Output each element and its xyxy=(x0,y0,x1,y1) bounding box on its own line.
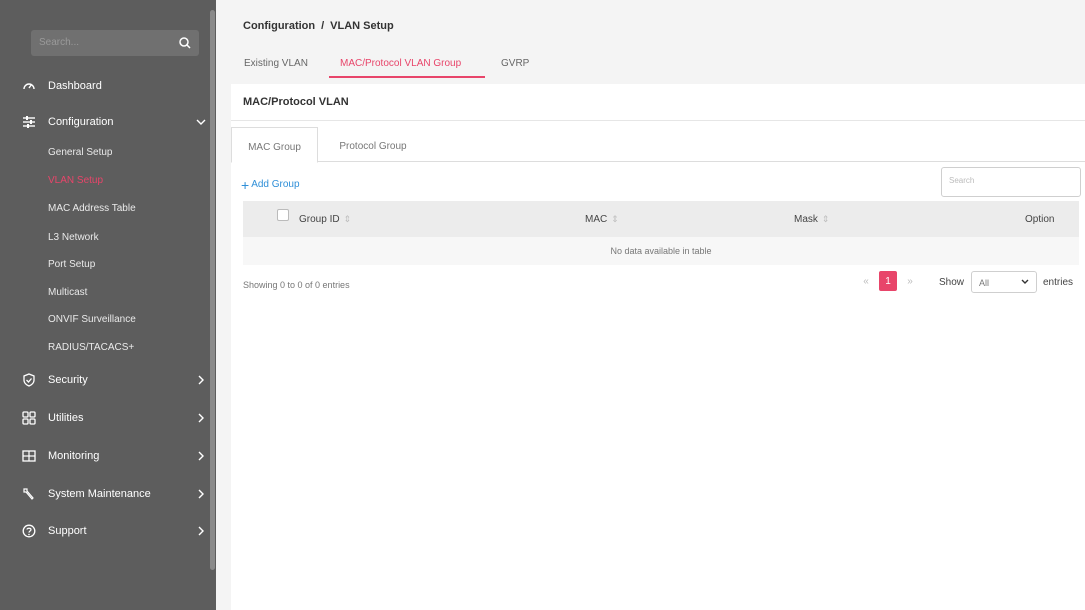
wrench-icon xyxy=(22,487,36,501)
sidebar-item-system-maintenance[interactable]: System Maintenance xyxy=(22,484,204,504)
show-label: Show xyxy=(939,277,965,288)
sidebar-subitem-port-setup[interactable]: Port Setup xyxy=(48,259,95,270)
shield-icon xyxy=(22,373,36,387)
entries-select-value: All xyxy=(979,278,990,288)
column-header-mask[interactable]: Mask ⇕ xyxy=(794,214,829,225)
plus-icon: + xyxy=(241,176,250,193)
divider xyxy=(231,120,1085,121)
sidebar-subitem-l3-network[interactable]: L3 Network xyxy=(48,232,99,243)
tab-mac-protocol-vlan-group[interactable]: MAC/Protocol VLAN Group xyxy=(340,58,461,69)
pagination-next-button[interactable]: » xyxy=(901,271,919,291)
help-icon xyxy=(22,524,36,538)
dashboard-icon xyxy=(22,79,36,93)
table-info: Showing 0 to 0 of 0 entries xyxy=(243,280,350,290)
sidebar-item-label: Support xyxy=(48,525,87,537)
chevron-right-icon xyxy=(198,451,204,461)
configuration-icon xyxy=(22,115,36,129)
sidebar-subitem-general-setup[interactable]: General Setup xyxy=(48,147,113,158)
sidebar-subitem-radius-tacacs[interactable]: RADIUS/TACACS+ xyxy=(48,342,134,353)
pagination-prev-button[interactable]: « xyxy=(857,271,875,291)
breadcrumb-section[interactable]: Configuration xyxy=(243,20,315,32)
sidebar-item-label: System Maintenance xyxy=(48,488,151,500)
sidebar-subitem-mac-address-table[interactable]: MAC Address Table xyxy=(48,203,136,214)
utilities-icon xyxy=(22,411,36,425)
chevron-right-icon xyxy=(198,413,204,423)
tab-gvrp[interactable]: GVRP xyxy=(501,58,529,69)
column-header-option: Option xyxy=(1025,214,1055,225)
chevron-right-icon xyxy=(198,375,204,385)
breadcrumb: Configuration / VLAN Setup xyxy=(243,20,394,32)
column-label: Mask xyxy=(794,214,818,225)
sidebar-item-label: Security xyxy=(48,374,88,386)
chevron-right-icon xyxy=(198,526,204,536)
tab-existing-vlan[interactable]: Existing VLAN xyxy=(244,58,308,69)
add-group-label: Add Group xyxy=(251,179,300,190)
sidebar-subitem-multicast[interactable]: Multicast xyxy=(48,287,87,298)
sidebar-item-label: Utilities xyxy=(48,412,84,424)
monitoring-icon xyxy=(22,449,36,463)
tab-mac-group[interactable]: MAC Group xyxy=(231,127,318,163)
chevron-right-icon xyxy=(198,489,204,499)
sidebar-subitem-vlan-setup[interactable]: VLAN Setup xyxy=(48,175,103,186)
chevron-down-icon xyxy=(196,119,206,125)
column-header-group-id[interactable]: Group ID ⇕ xyxy=(299,214,351,225)
sidebar-item-support[interactable]: Support xyxy=(22,521,204,541)
sidebar-item-configuration[interactable]: Configuration xyxy=(22,112,206,132)
tab-protocol-group[interactable]: Protocol Group xyxy=(323,127,423,163)
select-all-checkbox[interactable] xyxy=(277,209,289,221)
panel-title: MAC/Protocol VLAN xyxy=(243,96,349,108)
sidebar-item-dashboard[interactable]: Dashboard xyxy=(22,76,102,96)
table-empty-message: No data available in table xyxy=(243,237,1079,265)
sidebar: Search... Dashboard Configuration Genera… xyxy=(0,0,216,610)
active-tab-indicator xyxy=(329,76,485,78)
search-icon[interactable] xyxy=(177,35,193,51)
sidebar-item-label: Dashboard xyxy=(48,80,102,92)
column-label: MAC xyxy=(585,214,608,225)
breadcrumb-separator: / xyxy=(321,20,325,32)
entries-label: entries xyxy=(1043,277,1074,288)
column-label: Group ID xyxy=(299,214,340,225)
column-header-mac[interactable]: MAC ⇕ xyxy=(585,214,619,225)
main-content: Configuration / VLAN Setup Existing VLAN M… xyxy=(216,0,1085,610)
breadcrumb-page: VLAN Setup xyxy=(330,20,394,32)
sort-icon: ⇕ xyxy=(343,214,352,224)
sidebar-item-label: Configuration xyxy=(48,116,114,128)
sidebar-item-utilities[interactable]: Utilities xyxy=(22,408,204,428)
sidebar-scrollbar[interactable] xyxy=(210,10,215,570)
sidebar-search-input[interactable]: Search... xyxy=(31,30,199,56)
sidebar-item-monitoring[interactable]: Monitoring xyxy=(22,446,204,466)
sidebar-search-placeholder: Search... xyxy=(39,37,80,48)
pagination-page-button[interactable]: 1 xyxy=(879,271,897,291)
content-panel: MAC/Protocol VLAN MAC Group Protocol Gro… xyxy=(231,84,1085,610)
chevron-down-icon xyxy=(1021,279,1029,284)
app: Search... Dashboard Configuration Genera… xyxy=(0,0,1085,610)
table-header: Group ID ⇕ MAC ⇕ Mask ⇕ Option xyxy=(243,201,1079,237)
sidebar-item-label: Monitoring xyxy=(48,450,100,462)
inner-tab-bar: MAC Group Protocol Group xyxy=(231,126,1085,163)
sidebar-subitem-onvif-surveillance[interactable]: ONVIF Surveillance xyxy=(48,314,136,325)
add-group-button[interactable]: + Add Group xyxy=(241,176,300,193)
sort-icon: ⇕ xyxy=(821,214,830,224)
pagination: « 1 » xyxy=(855,271,921,291)
sidebar-item-security[interactable]: Security xyxy=(22,370,204,390)
sort-icon: ⇕ xyxy=(611,214,619,224)
table-search-input[interactable]: Search xyxy=(941,167,1081,197)
entries-select[interactable]: All xyxy=(971,271,1037,293)
